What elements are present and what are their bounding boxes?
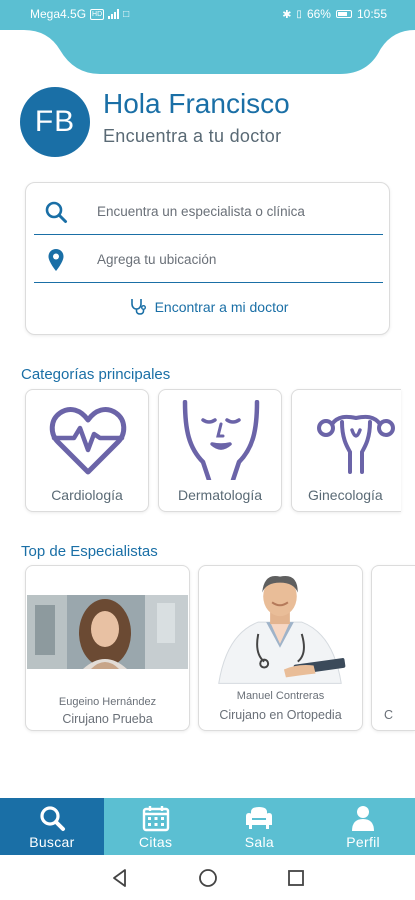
category-label: Ginecología [308, 487, 383, 503]
nav-item-sala[interactable]: Sala [208, 798, 312, 855]
armchair-icon [246, 807, 273, 829]
battery-icon [335, 10, 352, 18]
find-doctor-label: Encontrar a mi doctor [154, 299, 289, 315]
nav-label: Buscar [29, 834, 75, 850]
nav-label: Perfil [346, 834, 380, 850]
vibrate-icon: ▯ [296, 8, 302, 20]
recents-icon[interactable] [286, 868, 306, 888]
specialists-title: Top de Especialistas [21, 543, 158, 560]
specialist-name: Manuel Contreras [236, 690, 325, 702]
category-card-gynecology[interactable]: Ginecología [291, 389, 401, 512]
specialist-search-field[interactable]: Encuentra un especialista o clínica [34, 189, 383, 235]
specialist-specialty: Cirujano en Ortopedia [219, 708, 342, 722]
carrier-label: Mega4.5G [30, 7, 87, 21]
nav-label: Citas [138, 834, 173, 850]
status-left: Mega4.5G HD □ [30, 7, 129, 21]
clock: 10:55 [356, 7, 387, 21]
user-icon [352, 806, 375, 831]
specialist-name: Eugeino Hernández [58, 696, 157, 708]
greeting-title: Hola Francisco [103, 88, 290, 119]
nav-item-citas[interactable]: Citas [104, 798, 208, 855]
search-icon [40, 806, 65, 831]
specialist-specialty: Cirujano Prueba [62, 712, 153, 726]
system-nav-bar [0, 855, 415, 900]
bottom-nav: Buscar Citas Sala Perfil [0, 798, 415, 855]
category-card-cardiology[interactable]: Cardiología [25, 389, 149, 512]
monitor-icon: □ [123, 8, 130, 20]
heart-pulse-icon [49, 407, 127, 475]
uterus-icon [317, 414, 395, 474]
specialist-card[interactable]: Eugeino Hernández Cirujano Prueba [25, 565, 190, 731]
nav-label: Sala [244, 834, 274, 850]
search-card: Encuentra un especialista o clínica Agre… [25, 182, 390, 335]
hd-badge: HD [90, 8, 105, 20]
specialist-specialty: C [384, 708, 394, 722]
nav-item-buscar[interactable]: Buscar [0, 798, 104, 855]
calendar-icon [142, 806, 169, 832]
location-pin-icon [34, 248, 78, 272]
specialist-search-placeholder: Encuentra un especialista o clínica [97, 204, 305, 219]
avatar-initials: FB [34, 105, 76, 138]
location-field[interactable]: Agrega tu ubicación [34, 237, 383, 283]
category-label: Dermatología [177, 487, 263, 503]
location-placeholder: Agrega tu ubicación [97, 252, 217, 267]
nav-item-perfil[interactable]: Perfil [311, 798, 415, 855]
status-right: ✱ ▯ 66% 10:55 [282, 7, 387, 21]
specialist-card[interactable]: C [371, 565, 415, 731]
avatar[interactable]: FB [20, 87, 90, 157]
doctor-photo [199, 574, 360, 684]
battery-percent: 66% [306, 7, 331, 21]
category-card-dermatology[interactable]: Dermatología [158, 389, 282, 512]
stethoscope-icon [129, 297, 147, 318]
category-label: Cardiología [51, 487, 123, 503]
back-icon[interactable] [110, 868, 130, 888]
doctor-photo [27, 595, 188, 669]
greeting-subtitle: Encuentra a tu doctor [103, 126, 282, 146]
search-icon [34, 200, 78, 224]
specialist-card[interactable]: Manuel Contreras Cirujano en Ortopedia [198, 565, 363, 731]
bluetooth-icon: ✱ [282, 8, 292, 21]
home-icon[interactable] [198, 868, 218, 888]
face-icon [182, 400, 260, 480]
signal-icon [108, 9, 120, 19]
categories-title: Categorías principales [21, 366, 171, 383]
find-doctor-button[interactable]: Encontrar a mi doctor [26, 289, 391, 325]
